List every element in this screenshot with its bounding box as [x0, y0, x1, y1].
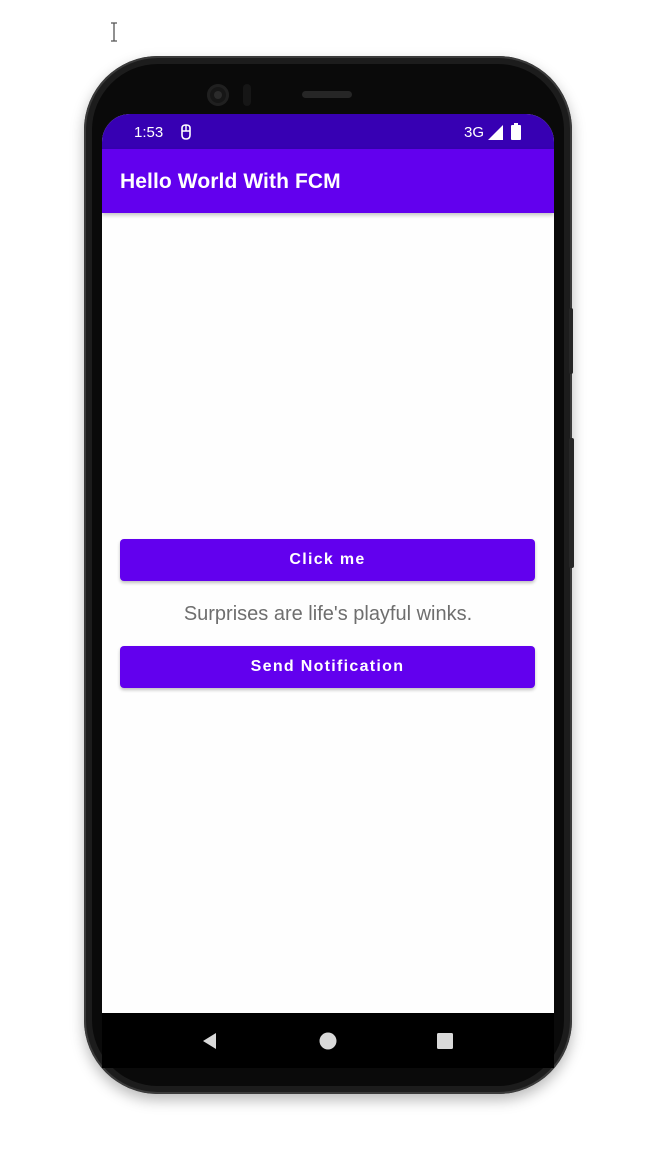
signal-icon — [488, 125, 503, 140]
status-bar: 1:53 3G — [102, 114, 554, 149]
notification-app-icon — [181, 124, 191, 140]
battery-icon — [511, 123, 521, 140]
navigation-bar — [102, 1013, 554, 1068]
recents-square-icon[interactable] — [434, 1030, 456, 1052]
back-triangle-icon[interactable] — [199, 1030, 221, 1052]
click-me-button[interactable]: Click me — [120, 539, 535, 581]
app-title: Hello World With FCM — [120, 170, 341, 193]
app-bar: Hello World With FCM — [102, 149, 554, 213]
message-text: Surprises are life's playful winks. — [183, 603, 473, 625]
device-screen: 1:53 3G Hello World With FCM Click me Su… — [102, 114, 554, 1068]
status-time: 1:53 — [134, 124, 164, 141]
proximity-sensor — [243, 84, 251, 106]
network-type: 3G — [464, 124, 485, 141]
main-content: Click me Surprises are life's playful wi… — [102, 213, 554, 1013]
front-camera-icon — [207, 84, 229, 106]
home-circle-icon[interactable] — [317, 1030, 339, 1052]
power-button — [569, 438, 574, 568]
send-notification-button[interactable]: Send Notification — [120, 646, 535, 688]
text-cursor-icon — [111, 22, 117, 42]
earpiece-speaker — [302, 91, 352, 98]
volume-button — [569, 308, 573, 374]
